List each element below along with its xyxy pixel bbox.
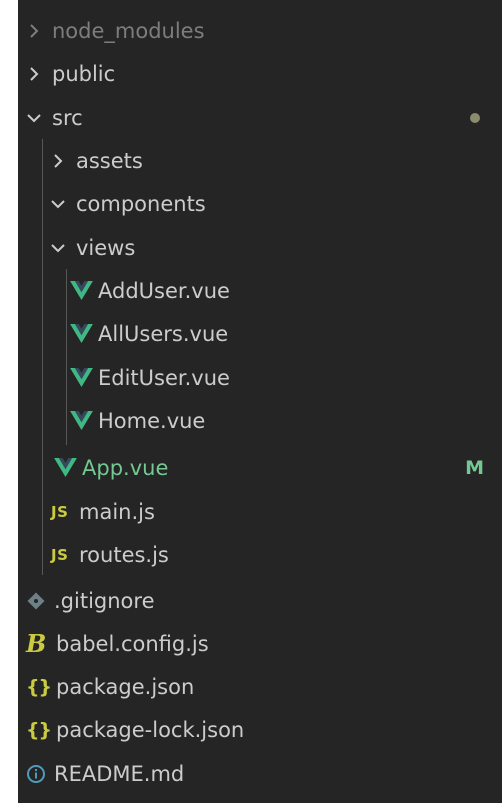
chevron-right-icon [30,66,39,81]
tree-item-label: node_modules [52,18,205,43]
chevron-right-icon [30,23,39,38]
tree-item-readme-md[interactable]: README.md [18,752,502,795]
vue-icon [70,281,93,300]
tree-item-main-js[interactable]: JS main.js [18,490,502,533]
info-icon [27,764,45,783]
git-icon [27,592,45,609]
tree-item-label: components [76,191,206,216]
js-icon: JS [51,502,69,521]
tree-item-label: public [52,61,116,86]
chevron-down-icon [51,199,65,208]
tree-item-label: Home.vue [98,408,206,433]
tree-item-label: assets [76,148,143,173]
tree-item-label: main.js [79,499,155,524]
json-icon: {} [26,675,52,698]
tree-item-gitignore[interactable]: .gitignore [18,579,502,622]
babel-icon: B [26,629,47,658]
tree-item-label: package.json [56,674,195,699]
tree-item-assets[interactable]: assets [18,139,502,182]
tree-item-package-lock-json[interactable]: {} package-lock.json [18,708,502,751]
tree-item-views[interactable]: views [18,226,502,269]
tree-item-label: README.md [54,761,185,786]
chevron-down-icon [27,113,41,122]
tree-item-label: .gitignore [54,588,155,613]
tree-item-label: views [76,235,136,260]
tree-item-app-vue[interactable]: App.vue M [18,446,502,489]
tree-item-babel-config-js[interactable]: B babel.config.js [18,622,502,665]
file-explorer: node_modules public src assets component… [18,0,502,803]
tree-item-label: AddUser.vue [98,278,230,303]
tree-item-package-json[interactable]: {} package.json [18,665,502,708]
tree-item-label: src [52,105,83,130]
tree-item-routes-js[interactable]: JS routes.js [18,533,502,576]
vue-icon [70,324,93,343]
tree-item-label: routes.js [79,542,169,567]
chevron-down-icon [51,243,65,252]
vue-icon [54,458,77,477]
js-icon: JS [51,545,69,564]
tree-item-home-vue[interactable]: Home.vue [18,399,502,442]
modified-dot-indicator [470,96,480,139]
tree-item-label: babel.config.js [56,631,209,656]
tree-item-edituser-vue[interactable]: EditUser.vue [18,356,502,399]
tree-item-label: App.vue [82,455,169,480]
chevron-right-icon [54,153,63,168]
vue-icon [70,411,93,430]
tree-item-src[interactable]: src [18,96,502,139]
tree-item-label: AllUsers.vue [98,321,229,346]
tree-item-components[interactable]: components [18,182,502,225]
vue-icon [70,368,93,387]
tree-item-label: package-lock.json [56,717,245,742]
json-icon: {} [26,718,52,741]
tree-item-label: EditUser.vue [98,365,230,390]
git-status-badge: M [465,456,484,479]
tree-item-public[interactable]: public [18,52,502,95]
tree-item-node-modules[interactable]: node_modules [18,9,502,52]
tree-item-adduser-vue[interactable]: AddUser.vue [18,269,502,312]
tree-item-allusers-vue[interactable]: AllUsers.vue [18,312,502,355]
